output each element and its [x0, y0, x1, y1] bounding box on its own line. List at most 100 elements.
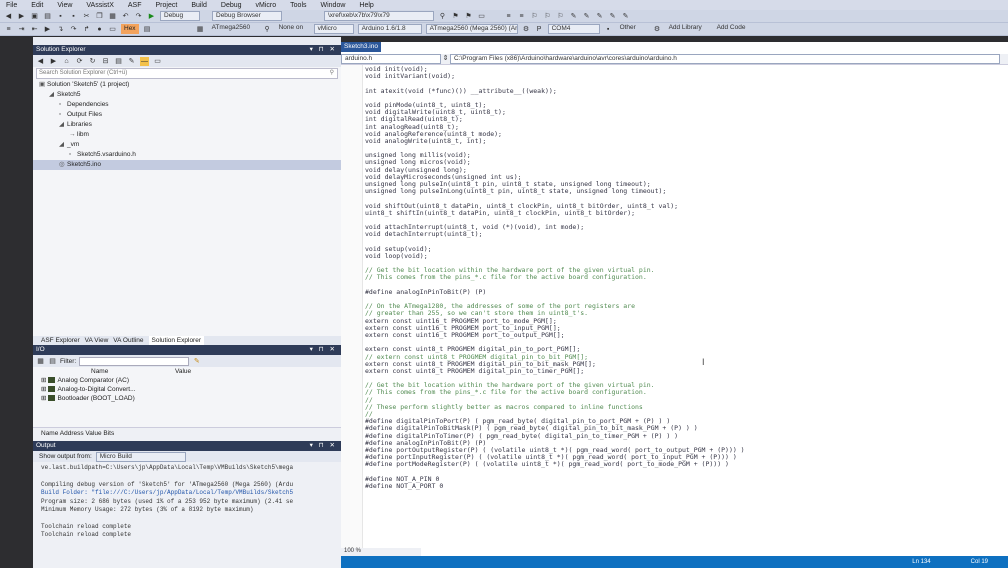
path-combo[interactable]: C:\Program Files (x86)\Arduino\hardware\… — [450, 54, 1000, 64]
menu-help[interactable]: Help — [359, 2, 373, 9]
code-text[interactable]: void init(void); void initVariant(void); … — [365, 66, 1005, 558]
cut-icon[interactable]: ✂ — [82, 12, 91, 21]
output-text[interactable]: ve.last.buildpath=C:\Users\jp\AppData\Lo… — [33, 462, 341, 568]
flag3-icon[interactable]: ⚐ — [556, 12, 565, 21]
chip-label[interactable]: ATmega2560 — [209, 24, 259, 34]
preview-icon[interactable]: ▭ — [153, 57, 162, 66]
tree-item[interactable]: ▣ Solution 'Sketch5' (1 project) — [33, 80, 341, 90]
vmicro-combo[interactable]: vMicro — [313, 24, 354, 34]
wrench-icon[interactable]: ✎ — [127, 57, 136, 66]
solution-search-input[interactable]: Search Solution Explorer (Ctrl+ü) ⚲ — [36, 68, 338, 79]
start-debug-icon[interactable]: ▶ — [147, 12, 156, 21]
panel-controls[interactable]: ▾ ⊓ ✕ — [310, 441, 341, 451]
uncomment-icon[interactable]: ≡ — [517, 12, 526, 21]
menu-tools[interactable]: Tools — [290, 2, 306, 9]
menu-file[interactable]: File — [6, 2, 17, 9]
paste-icon[interactable]: ▦ — [108, 12, 117, 21]
refresh-icon[interactable]: ↻ — [88, 57, 97, 66]
undo-icon[interactable]: ↶ — [121, 12, 130, 21]
home-icon[interactable]: ⌂ — [62, 57, 71, 66]
menu-vmicro[interactable]: vMicro — [256, 2, 277, 9]
output-source-combo[interactable]: Micro Build — [95, 451, 186, 462]
window-icon[interactable]: ▭ — [477, 12, 486, 21]
debug-browser-combo[interactable]: Debug Browser — [212, 11, 282, 21]
io-row[interactable]: ⊞ Bootloader (BOOT_LOAD) — [33, 394, 341, 403]
panel-controls[interactable]: ▾ ⊓ ✕ — [310, 345, 341, 355]
outdent-icon[interactable]: ⇤ — [30, 25, 39, 34]
window-toggle-icon[interactable]: ▭ — [108, 25, 117, 34]
menu-debug[interactable]: Debug — [221, 2, 242, 9]
tab-sketch3-ino[interactable]: Sketch3.ino — [341, 42, 381, 52]
step-into-icon[interactable]: ↴ — [56, 25, 65, 34]
xref-combo[interactable]: \xref\xeb\x7b\x79\x79 — [324, 11, 434, 21]
comment-lines-icon[interactable]: ≡ — [4, 25, 13, 34]
board-combo[interactable]: ATmega2560 (Mega 2560) (Ard — [425, 24, 518, 34]
comment-icon[interactable]: ≡ — [504, 12, 513, 21]
show-all-icon[interactable]: ▤ — [114, 57, 123, 66]
bookmark-icon[interactable]: ⚑ — [451, 12, 460, 21]
tree-item[interactable]: ◢ Libraries — [33, 120, 341, 130]
bookmark-next-icon[interactable]: ⚑ — [464, 12, 473, 21]
add-library-menu[interactable]: Add Library — [666, 24, 710, 34]
list-icon[interactable]: ▤ — [48, 357, 57, 366]
tree-item[interactable]: ◎ Sketch5.ino — [33, 160, 341, 170]
tool4-icon[interactable]: ✎ — [608, 12, 617, 21]
tree-item[interactable]: ◢ Sketch5 — [33, 90, 341, 100]
tool2-icon[interactable]: ✎ — [582, 12, 591, 21]
arduino-version-combo[interactable]: Arduino 1.6/1.8 — [357, 24, 422, 34]
memory-icon[interactable]: ▤ — [143, 25, 152, 34]
menu-vassistx[interactable]: VAssistX — [86, 2, 114, 9]
expand-icon[interactable]: ⊞ — [41, 395, 46, 402]
forward-icon[interactable]: ▶ — [49, 57, 58, 66]
serial-monitor-icon[interactable]: P — [535, 25, 544, 34]
port-label[interactable]: None on — [276, 24, 310, 34]
tree-item[interactable]: ▫ Dependencies — [33, 100, 341, 110]
other-menu[interactable]: Other — [617, 24, 649, 34]
save-all-icon[interactable]: ▪ — [69, 12, 78, 21]
tree-item[interactable]: ▫ Output Files — [33, 110, 341, 120]
split-icon[interactable]: ⇕ — [441, 54, 450, 63]
step-over-icon[interactable]: ↷ — [69, 25, 78, 34]
zoom-level[interactable]: 100 % — [341, 548, 421, 556]
flag-icon[interactable]: ⚐ — [530, 12, 539, 21]
search-icon[interactable]: ⚲ — [330, 69, 334, 78]
play-icon[interactable]: ▶ — [43, 25, 52, 34]
back-icon[interactable]: ◀ — [4, 12, 13, 21]
com-port-combo[interactable]: COM4 — [547, 24, 600, 34]
menu-view[interactable]: View — [57, 2, 72, 9]
grid-icon[interactable]: ▦ — [36, 357, 45, 366]
open-icon[interactable]: ▤ — [43, 12, 52, 21]
tool5-icon[interactable]: ✎ — [621, 12, 630, 21]
breakpoint-icon[interactable]: ● — [95, 25, 104, 34]
pin-icon[interactable]: — — [140, 56, 149, 66]
new-project-icon[interactable]: ▣ — [30, 12, 39, 21]
back-icon[interactable]: ◀ — [36, 57, 45, 66]
tool-icon[interactable]: ✎ — [569, 12, 578, 21]
menu-build[interactable]: Build — [191, 2, 207, 9]
hex-button[interactable]: Hex — [121, 24, 139, 34]
tree-item[interactable]: ▫ Sketch5.vsarduino.h — [33, 150, 341, 160]
save-icon[interactable]: ▪ — [56, 12, 65, 21]
menu-edit[interactable]: Edit — [31, 2, 43, 9]
step-out-icon[interactable]: ↱ — [82, 25, 91, 34]
forward-icon[interactable]: ▶ — [17, 12, 26, 21]
filter-input[interactable] — [79, 356, 190, 366]
panel-controls[interactable]: ▾ ⊓ ✕ — [310, 45, 341, 55]
io-row[interactable]: ⊞ Analog-to-Digital Convert... — [33, 385, 341, 394]
expand-icon[interactable]: ⊞ — [41, 386, 46, 393]
gear-icon[interactable]: ⚙ — [653, 25, 662, 34]
file-combo[interactable]: arduino.h — [341, 54, 441, 64]
menu-asf[interactable]: ASF — [128, 2, 142, 9]
sync-icon[interactable]: ⟳ — [75, 57, 84, 66]
flag2-icon[interactable]: ⚐ — [543, 12, 552, 21]
save-config-icon[interactable]: ▪ — [604, 25, 613, 34]
copy-icon[interactable]: ❐ — [95, 12, 104, 21]
expand-icon[interactable]: ⊞ — [41, 377, 46, 384]
find-icon[interactable]: ⚲ — [438, 12, 447, 21]
tree-item[interactable]: ◢ _vm — [33, 140, 341, 150]
config-combo[interactable]: Debug — [160, 11, 200, 21]
tree-item[interactable]: → libm — [33, 130, 341, 140]
add-code-menu[interactable]: Add Code — [714, 24, 754, 34]
tool3-icon[interactable]: ✎ — [595, 12, 604, 21]
board-properties-icon[interactable]: ⚙ — [522, 25, 531, 34]
